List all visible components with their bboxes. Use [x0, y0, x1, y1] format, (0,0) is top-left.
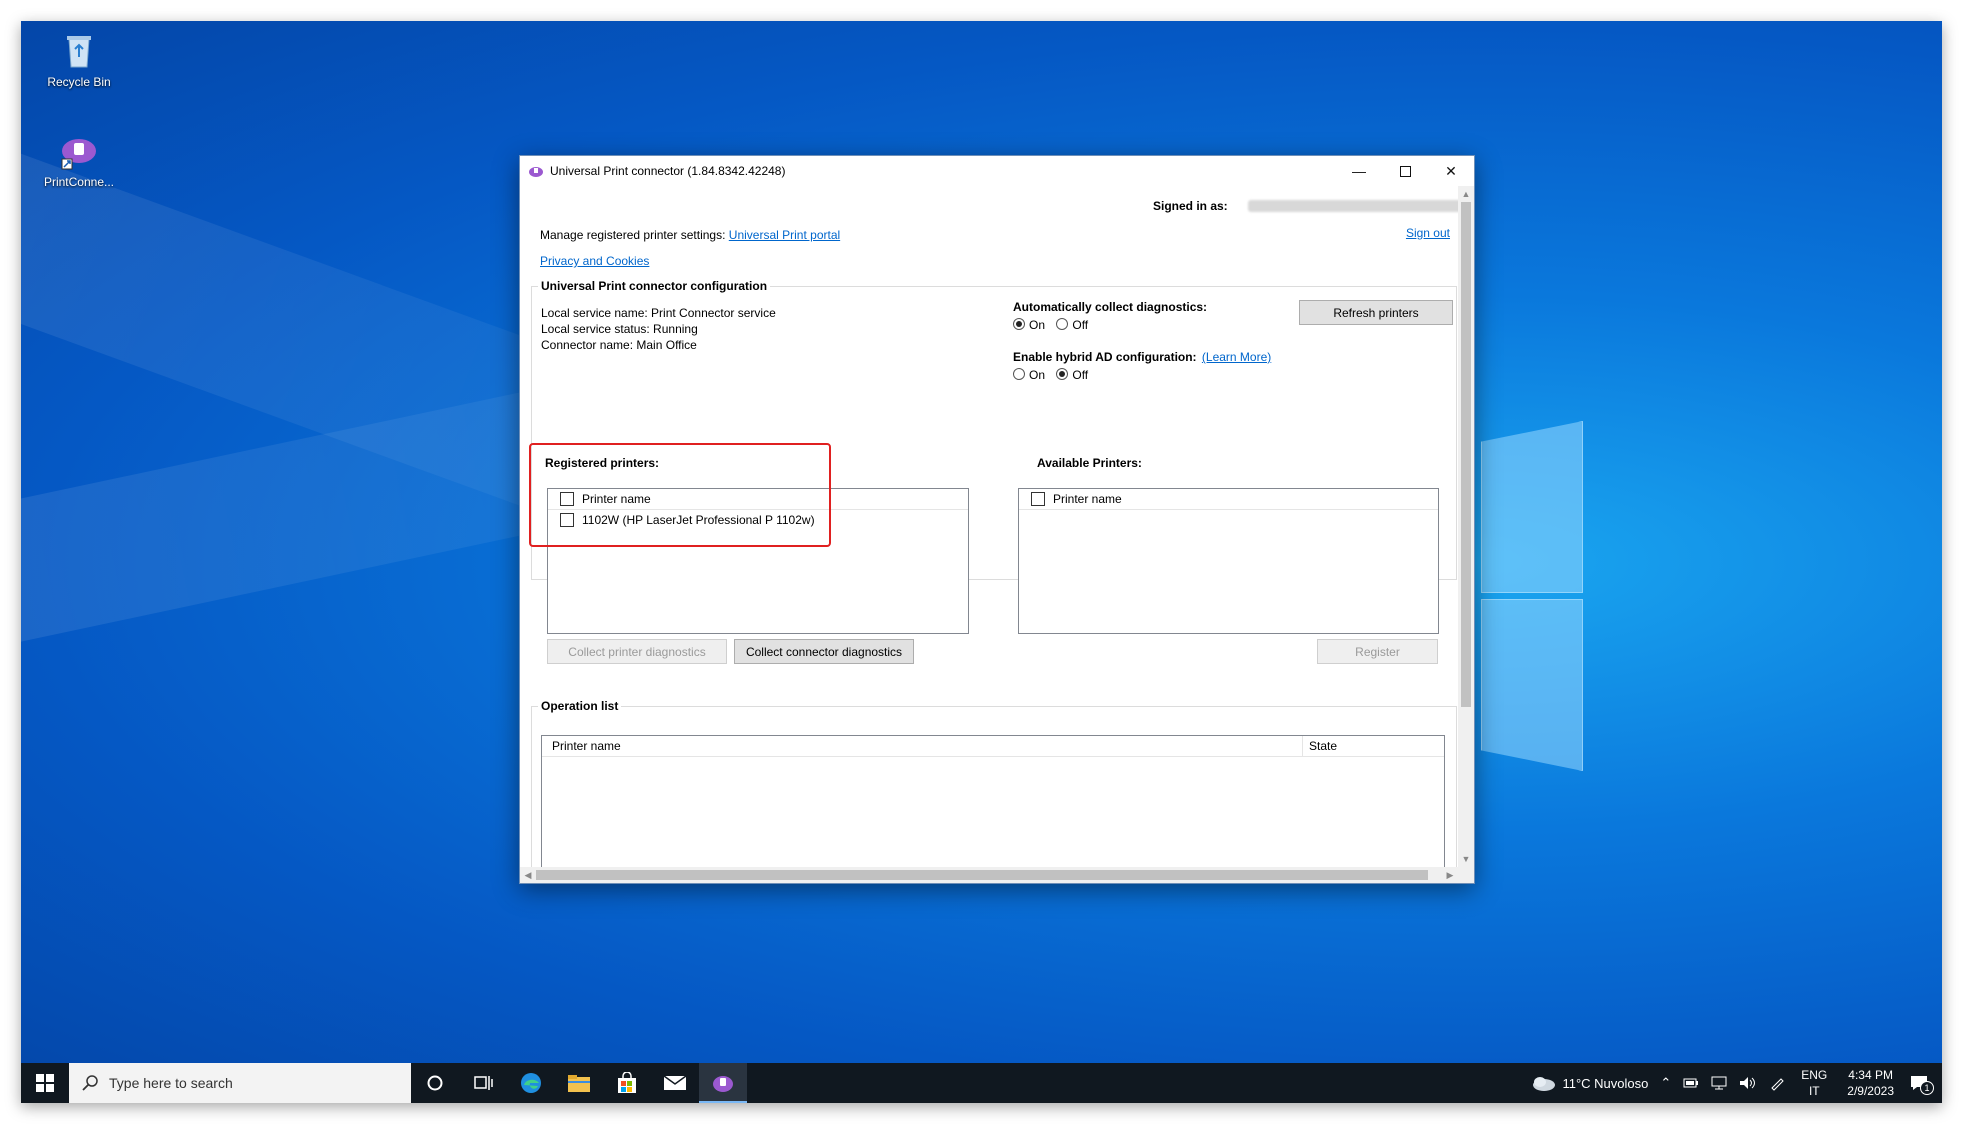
- collect-connector-diagnostics-button[interactable]: Collect connector diagnostics: [734, 639, 914, 664]
- operation-table-header: Printer name State: [542, 736, 1444, 757]
- clock[interactable]: 4:34 PM 2/9/2023: [1847, 1067, 1894, 1099]
- cortana-circle-icon: [427, 1075, 443, 1091]
- blurred-account-email: [1248, 200, 1458, 212]
- vertical-scrollbar[interactable]: ▲ ▼: [1458, 186, 1474, 867]
- title-bar[interactable]: Universal Print connector (1.84.8342.422…: [520, 156, 1474, 186]
- red-highlight-box: [529, 443, 831, 547]
- privacy-cookies-link[interactable]: Privacy and Cookies: [540, 254, 649, 268]
- operation-list-table: Printer name State: [541, 735, 1445, 867]
- column-header-printer-name: Printer name: [1053, 492, 1122, 506]
- universal-print-connector-window: Universal Print connector (1.84.8342.422…: [519, 155, 1475, 884]
- hybrid-ad-on-radio[interactable]: [1013, 368, 1025, 380]
- manage-settings-text: Manage registered printer settings: Univ…: [540, 228, 841, 242]
- pen-icon[interactable]: [1769, 1075, 1785, 1091]
- maximize-button[interactable]: [1382, 156, 1428, 186]
- mail-button[interactable]: [651, 1063, 699, 1103]
- scrollbar-corner: [1458, 867, 1474, 883]
- hybrid-ad-row: Enable hybrid AD configuration: (Learn M…: [1013, 350, 1271, 364]
- search-icon: [82, 1075, 98, 1091]
- input-language[interactable]: ENG IT: [1801, 1067, 1827, 1099]
- edge-icon: [521, 1073, 541, 1093]
- taskbar-search-box[interactable]: Type here to search: [69, 1063, 411, 1103]
- cortana-button[interactable]: [411, 1063, 459, 1103]
- windows-start-icon: [36, 1074, 54, 1092]
- universal-print-portal-link[interactable]: Universal Print portal: [729, 228, 840, 242]
- battery-icon[interactable]: [1683, 1077, 1699, 1089]
- task-view-icon: [474, 1076, 493, 1090]
- show-hidden-icons-button[interactable]: ⌃: [1660, 1075, 1671, 1091]
- taskbar: Type here to search 11°C Nuvoloso ⌃ ENG …: [21, 1063, 1942, 1103]
- notification-center-button[interactable]: 1: [1910, 1075, 1934, 1095]
- learn-more-link[interactable]: (Learn More): [1202, 350, 1271, 364]
- minimize-button[interactable]: —: [1336, 156, 1382, 186]
- search-placeholder: Type here to search: [109, 1075, 233, 1091]
- mail-envelope-icon: [663, 1075, 687, 1090]
- clock-date: 2/9/2023: [1847, 1084, 1894, 1098]
- desktop: Recycle Bin PrintConne... Universal Prin…: [21, 21, 1942, 1103]
- available-list-header: Printer name: [1019, 489, 1438, 510]
- refresh-printers-button[interactable]: Refresh printers: [1299, 300, 1453, 325]
- weather-text: 11°C Nuvoloso: [1562, 1075, 1649, 1091]
- folder-icon: [568, 1075, 590, 1092]
- scroll-left-arrow[interactable]: ◀: [520, 867, 536, 883]
- desktop-icon-label: Recycle Bin: [47, 75, 111, 89]
- printconnector-icon: [713, 1076, 733, 1092]
- horizontal-scroll-thumb[interactable]: [536, 870, 1428, 880]
- available-printers-list: Printer name: [1018, 488, 1439, 634]
- column-header-state[interactable]: State: [1303, 739, 1337, 753]
- printconnector-icon: [59, 131, 99, 171]
- microsoft-store-button[interactable]: [603, 1063, 651, 1103]
- recycle-bin-icon: [59, 31, 99, 71]
- close-button[interactable]: ✕: [1428, 156, 1474, 186]
- desktop-icon-recycle-bin[interactable]: Recycle Bin: [39, 31, 119, 89]
- sign-out-link[interactable]: Sign out: [1406, 226, 1450, 240]
- config-heading: Universal Print connector configuration: [538, 279, 771, 293]
- system-tray: 11°C Nuvoloso ⌃ ENG IT 4:34 PM 2/9/2023: [1524, 1063, 1942, 1103]
- operation-list-heading: Operation list: [538, 699, 622, 713]
- clock-time: 4:34 PM: [1848, 1068, 1893, 1082]
- store-bag-icon: [618, 1072, 636, 1093]
- auto-diagnostics-label: Automatically collect diagnostics:: [1013, 300, 1208, 314]
- hybrid-ad-off-radio[interactable]: [1056, 368, 1069, 380]
- auto-diagnostics-on-radio[interactable]: [1013, 318, 1025, 330]
- service-name-text: Local service name: Print Connector serv…: [541, 306, 776, 320]
- scroll-down-arrow[interactable]: ▼: [1458, 851, 1474, 867]
- printconnector-taskbar-button[interactable]: [699, 1063, 747, 1103]
- start-button[interactable]: [21, 1063, 69, 1103]
- notification-count-badge: 1: [1920, 1081, 1934, 1095]
- connector-name-text: Connector name: Main Office: [541, 338, 697, 352]
- horizontal-scrollbar[interactable]: ◀ ▶: [520, 867, 1458, 883]
- desktop-icon-label: PrintConne...: [43, 175, 115, 189]
- chevron-up-icon: ⌃: [1660, 1075, 1672, 1090]
- hybrid-ad-options: On Off: [1013, 368, 1096, 382]
- weather-widget[interactable]: 11°C Nuvoloso: [1530, 1075, 1648, 1091]
- volume-icon[interactable]: [1739, 1076, 1757, 1090]
- window-title: Universal Print connector (1.84.8342.422…: [550, 164, 786, 178]
- column-header-printer-name[interactable]: Printer name: [542, 736, 1303, 756]
- available-printers-heading: Available Printers:: [1037, 456, 1142, 470]
- signed-in-label: Signed in as:: [1153, 199, 1228, 213]
- scroll-up-arrow[interactable]: ▲: [1458, 186, 1474, 202]
- edge-browser-button[interactable]: [507, 1063, 555, 1103]
- desktop-icon-printconnector[interactable]: PrintConne...: [39, 131, 119, 189]
- auto-diagnostics-options: On Off: [1013, 318, 1096, 332]
- hybrid-ad-label: Enable hybrid AD configuration:: [1013, 350, 1197, 364]
- windows-logo-decoration: [1481, 401, 1583, 781]
- task-view-button[interactable]: [459, 1063, 507, 1103]
- select-all-available-checkbox[interactable]: [1031, 492, 1045, 506]
- auto-diagnostics-off-radio[interactable]: [1056, 318, 1069, 330]
- vertical-scroll-thumb[interactable]: [1461, 202, 1471, 707]
- register-button[interactable]: Register: [1317, 639, 1438, 664]
- service-status-text: Local service status: Running: [541, 322, 698, 336]
- app-cloud-icon: [528, 163, 544, 179]
- network-icon[interactable]: [1711, 1076, 1727, 1090]
- scroll-right-arrow[interactable]: ▶: [1442, 867, 1458, 883]
- window-content: Signed in as: Sign out Manage registered…: [520, 186, 1458, 867]
- file-explorer-button[interactable]: [555, 1063, 603, 1103]
- cloud-icon: [1533, 1077, 1556, 1091]
- collect-printer-diagnostics-button[interactable]: Collect printer diagnostics: [547, 639, 727, 664]
